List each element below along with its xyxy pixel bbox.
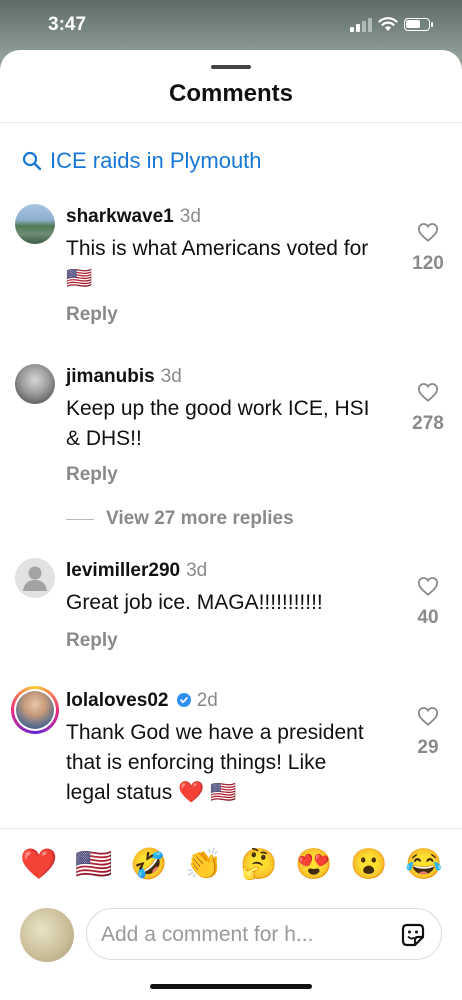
- comment-text: Keep up the good work ICE, HSI & DHS!!: [66, 397, 370, 450]
- like-count: 120: [412, 253, 444, 274]
- sheet-title: Comments: [168, 80, 294, 107]
- like-button[interactable]: 29: [404, 706, 452, 759]
- comment-username[interactable]: lolaloves02: [66, 690, 168, 711]
- comment-username[interactable]: sharkwave1: [66, 206, 174, 227]
- like-count: 278: [412, 413, 444, 434]
- emoji-us-flag-button[interactable]: 🇺🇸: [74, 847, 114, 882]
- comment-time: 3d: [186, 560, 208, 581]
- comment-item: sharkwave1 3d This is what Americans vote…: [0, 200, 462, 340]
- comment-item: levimiller290 3d Great job ice. MAGA!!!!!…: [0, 556, 462, 676]
- status-icons: [350, 16, 440, 36]
- reply-button[interactable]: Reply: [66, 304, 118, 326]
- view-more-replies-button[interactable]: View 27 more replies: [66, 508, 294, 530]
- like-button[interactable]: 40: [404, 576, 452, 629]
- avatar-photo: [16, 691, 54, 729]
- reply-button[interactable]: Reply: [66, 630, 118, 652]
- battery-level: [406, 20, 420, 28]
- reply-button[interactable]: Reply: [66, 464, 118, 486]
- comment-username[interactable]: levimiller290: [66, 560, 180, 581]
- heart-icon: [417, 577, 439, 596]
- comments-sheet: Comments ICE raids in Plymouth sharkwave…: [0, 50, 462, 1000]
- emoji-laughing-button[interactable]: 😂: [404, 847, 444, 882]
- emoji-clap-button[interactable]: 👏: [184, 847, 224, 882]
- signal-icon: [350, 18, 372, 32]
- heart-icon: [417, 383, 439, 402]
- view-more-replies-label: View 27 more replies: [106, 508, 294, 529]
- comment-input-placeholder: Add a comment for h...: [101, 923, 314, 946]
- sheet-grabber[interactable]: [211, 65, 251, 69]
- emoji-rofl-button[interactable]: 🤣: [129, 847, 169, 882]
- sticker-icon[interactable]: [399, 921, 427, 949]
- verified-badge-icon: [176, 693, 191, 707]
- header-divider: [0, 122, 462, 123]
- heart-icon: [417, 707, 439, 726]
- status-time: 3:47: [48, 14, 87, 35]
- comment-item: lolaloves02 2d Thank God we have a presi…: [0, 686, 462, 828]
- comment-text: This is what Americans voted for 🇺🇸: [66, 237, 369, 290]
- comment-time: 2d: [196, 690, 218, 711]
- emoji-heart-button[interactable]: ❤️: [19, 847, 59, 882]
- story-ring-avatar[interactable]: [11, 686, 59, 734]
- avatar: [14, 689, 56, 731]
- battery-icon: [404, 18, 433, 31]
- like-button[interactable]: 278: [404, 382, 452, 435]
- avatar[interactable]: [15, 364, 55, 404]
- home-indicator: [150, 984, 312, 989]
- default-avatar-icon: [23, 566, 47, 591]
- emoji-reaction-bar: ❤️ 🇺🇸 🤣 👏 🤔 😍 😮 😂: [0, 828, 462, 909]
- my-avatar: [20, 908, 74, 962]
- like-count: 40: [417, 607, 439, 628]
- comment-input[interactable]: Add a comment for h...: [86, 908, 442, 960]
- search-suggestion-text: ICE raids in Plymouth: [50, 148, 262, 173]
- comment-time: 3d: [160, 366, 182, 387]
- avatar[interactable]: [15, 204, 55, 244]
- like-count: 29: [417, 737, 439, 758]
- comment-item: jimanubis 3d Keep up the good work ICE, H…: [0, 362, 462, 502]
- emoji-surprised-button[interactable]: 😮: [349, 847, 389, 882]
- search-suggestion-link[interactable]: ICE raids in Plymouth: [22, 146, 262, 176]
- emoji-heart-eyes-button[interactable]: 😍: [294, 847, 334, 882]
- comment-username[interactable]: jimanubis: [66, 366, 155, 387]
- emoji-thinking-button[interactable]: 🤔: [239, 847, 279, 882]
- comment-time: 3d: [179, 206, 201, 227]
- like-button[interactable]: 120: [404, 222, 452, 275]
- heart-icon: [417, 223, 439, 242]
- comment-text: Thank God we have a president that is en…: [66, 721, 364, 804]
- search-icon: [22, 151, 42, 171]
- avatar[interactable]: [15, 558, 55, 598]
- divider-line: [66, 518, 94, 520]
- comment-text: Great job ice. MAGA!!!!!!!!!!!: [66, 591, 323, 614]
- wifi-icon: [378, 17, 398, 31]
